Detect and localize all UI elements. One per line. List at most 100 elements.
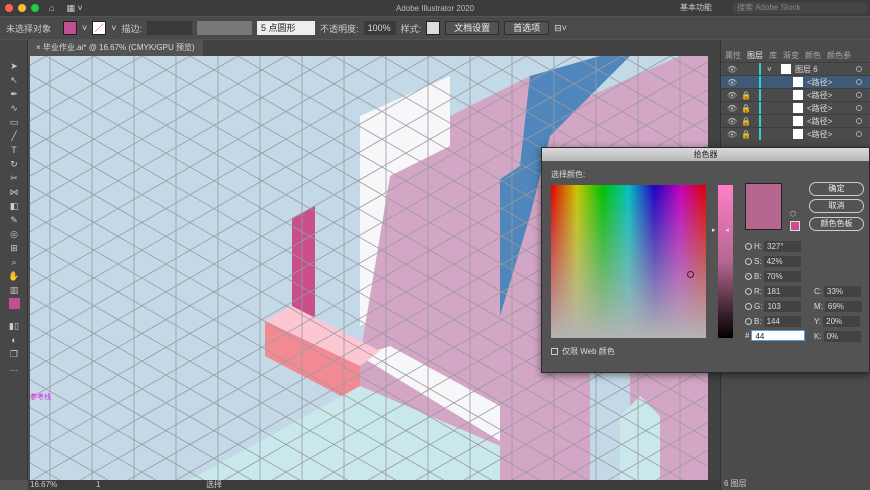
color-field-marker[interactable] xyxy=(687,271,694,278)
layers-list: 👁 ˅ 图层 6 👁 <路径> 👁 🔒 <路径> 👁 🔒 <路径> 👁 🔒 <路径> 👁 🔒 <路径> xyxy=(721,62,870,140)
panel-tab[interactable]: 属性 xyxy=(725,50,741,62)
brightness-slider[interactable] xyxy=(718,185,733,338)
panel-tab[interactable]: 颜色参 xyxy=(827,50,851,62)
home-icon[interactable]: ⌂ xyxy=(49,3,54,13)
scissors-icon[interactable]: ✂ xyxy=(6,172,22,184)
rectangle-tool-icon[interactable]: ▭ xyxy=(6,116,22,128)
eyedropper-icon[interactable]: ✎ xyxy=(6,214,22,226)
panel-tab[interactable]: 图层 xyxy=(747,50,763,62)
panel-tab[interactable]: 渐变 xyxy=(783,50,799,62)
visibility-eye-icon[interactable]: 👁 xyxy=(727,91,737,100)
lock-icon[interactable]: 🔒 xyxy=(741,91,751,100)
hex-input[interactable]: 44 xyxy=(751,330,806,341)
layer-row[interactable]: 👁 🔒 <路径> xyxy=(721,127,870,140)
zoom-tool-icon[interactable]: ⌕ xyxy=(6,256,22,268)
target-circle-icon[interactable] xyxy=(856,131,862,137)
visibility-eye-icon[interactable]: 👁 xyxy=(727,65,737,74)
chart-tool-icon[interactable]: ▥ xyxy=(6,284,22,296)
visibility-eye-icon[interactable]: 👁 xyxy=(727,78,737,87)
visibility-eye-icon[interactable]: 👁 xyxy=(727,130,737,139)
layer-row[interactable]: 👁 🔒 <路径> xyxy=(721,101,870,114)
target-circle-icon[interactable] xyxy=(856,105,862,111)
input-C[interactable]: 33% xyxy=(824,286,861,297)
tab-document[interactable]: × 毕业作业.ai* @ 16.67% (CMYK/GPU 预览) xyxy=(28,40,203,56)
input-R[interactable]: 181 xyxy=(764,286,801,297)
radio-R[interactable] xyxy=(745,288,752,295)
hand-tool-icon[interactable]: ✋ xyxy=(6,270,22,282)
target-circle-icon[interactable] xyxy=(856,92,862,98)
more-tools-icon[interactable]: … xyxy=(6,362,22,374)
lock-icon[interactable]: 🔒 xyxy=(741,104,751,113)
width-tool-icon[interactable]: ⋈ xyxy=(6,186,22,198)
close-window-button[interactable] xyxy=(5,4,13,12)
radio-B[interactable] xyxy=(745,273,752,280)
radio-Bv[interactable] xyxy=(745,318,752,325)
slider-arrows[interactable]: ▸ ◂ xyxy=(712,226,729,234)
screen-mode-icon[interactable]: ❐ xyxy=(6,348,22,360)
radio-G[interactable] xyxy=(745,303,752,310)
minimize-window-button[interactable] xyxy=(18,4,26,12)
document-setup-button[interactable]: 文档设置 xyxy=(445,21,500,35)
input-M[interactable]: 69% xyxy=(824,301,862,312)
direct-selection-icon[interactable]: ↖ xyxy=(6,74,22,86)
chevron-down-icon[interactable]: ˅ xyxy=(767,65,772,74)
radio-S[interactable] xyxy=(745,258,752,265)
stock-search-input[interactable]: 搜索 Adobe Stock xyxy=(733,2,868,14)
selection-tool-icon[interactable]: ➤ xyxy=(6,60,22,72)
title-bar: ⌂ ▦ ˅ Adobe Illustrator 2020 基本功能 搜索 Ado… xyxy=(0,0,870,16)
ok-button[interactable]: 确定 xyxy=(809,182,864,196)
color-mode-icon[interactable]: ▮▯ xyxy=(6,320,22,332)
input-S[interactable]: 42% xyxy=(763,256,801,267)
radio-H[interactable] xyxy=(745,243,752,250)
cancel-button[interactable]: 取消 xyxy=(809,199,864,213)
zoom-level[interactable]: 16.67% xyxy=(30,480,57,490)
draw-mode-icon[interactable]: ◐ xyxy=(6,334,22,346)
input-B[interactable]: 70% xyxy=(763,271,801,282)
input-H[interactable]: 327° xyxy=(764,241,801,252)
rotate-tool-icon[interactable]: ↻ xyxy=(6,158,22,170)
visibility-eye-icon[interactable]: 👁 xyxy=(727,104,737,113)
lock-icon[interactable]: 🔒 xyxy=(741,130,751,139)
brush-select[interactable]: 5 点圆形 xyxy=(257,21,316,35)
color-swatches-button[interactable]: 颜色色板 xyxy=(809,217,864,231)
type-tool-icon[interactable]: T xyxy=(6,144,22,156)
input-Bv[interactable]: 144 xyxy=(763,316,801,327)
layer-row[interactable]: 👁 ˅ 图层 6 xyxy=(721,62,870,75)
align-icon[interactable]: ⊟˅ xyxy=(554,23,567,34)
fill-swatch[interactable] xyxy=(63,21,77,35)
visibility-eye-icon[interactable]: 👁 xyxy=(727,117,737,126)
arrange-documents-icon[interactable]: ▦ ˅ xyxy=(66,3,82,14)
variable-width-profile[interactable] xyxy=(197,21,253,35)
web-only-checkbox[interactable] xyxy=(551,348,558,355)
pen-tool-icon[interactable]: ✒ xyxy=(6,88,22,100)
panel-tab[interactable]: 颜色 xyxy=(805,50,821,62)
web-color-swatch[interactable] xyxy=(790,221,800,231)
brush-tool-icon[interactable]: ╱ xyxy=(6,130,22,142)
preferences-button[interactable]: 首选项 xyxy=(504,21,550,35)
panel-tab[interactable]: 库 xyxy=(769,50,777,62)
gradient-tool-icon[interactable]: ◧ xyxy=(6,200,22,212)
workspace-switcher[interactable]: 基本功能 xyxy=(680,2,712,13)
input-G[interactable]: 103 xyxy=(764,301,802,312)
blend-tool-icon[interactable]: ◎ xyxy=(6,228,22,240)
layer-row[interactable]: 👁 🔒 <路径> xyxy=(721,88,870,101)
color-field[interactable] xyxy=(551,185,706,338)
input-Y[interactable]: 20% xyxy=(823,316,861,327)
artboard-number[interactable]: 1 xyxy=(96,480,100,490)
stroke-swatch[interactable]: ／ xyxy=(92,21,107,35)
artboard-tool-icon[interactable]: ⊞ xyxy=(6,242,22,254)
style-swatch[interactable] xyxy=(426,21,441,35)
zoom-window-button[interactable] xyxy=(31,4,39,12)
layer-row[interactable]: 👁 🔒 <路径> xyxy=(721,114,870,127)
target-circle-icon[interactable] xyxy=(856,79,862,85)
curvature-tool-icon[interactable]: ∿ xyxy=(6,102,22,114)
layer-row[interactable]: 👁 <路径> xyxy=(721,75,870,88)
opacity-input[interactable]: 100% xyxy=(363,21,396,35)
target-circle-icon[interactable] xyxy=(856,66,862,72)
input-K[interactable]: 0% xyxy=(823,331,861,342)
stroke-weight-input[interactable] xyxy=(147,21,193,35)
out-of-gamut-icon[interactable]: ⬡ xyxy=(790,210,796,218)
target-circle-icon[interactable] xyxy=(856,118,862,124)
lock-icon[interactable]: 🔒 xyxy=(741,117,751,126)
fill-stroke-icon[interactable] xyxy=(6,298,22,318)
